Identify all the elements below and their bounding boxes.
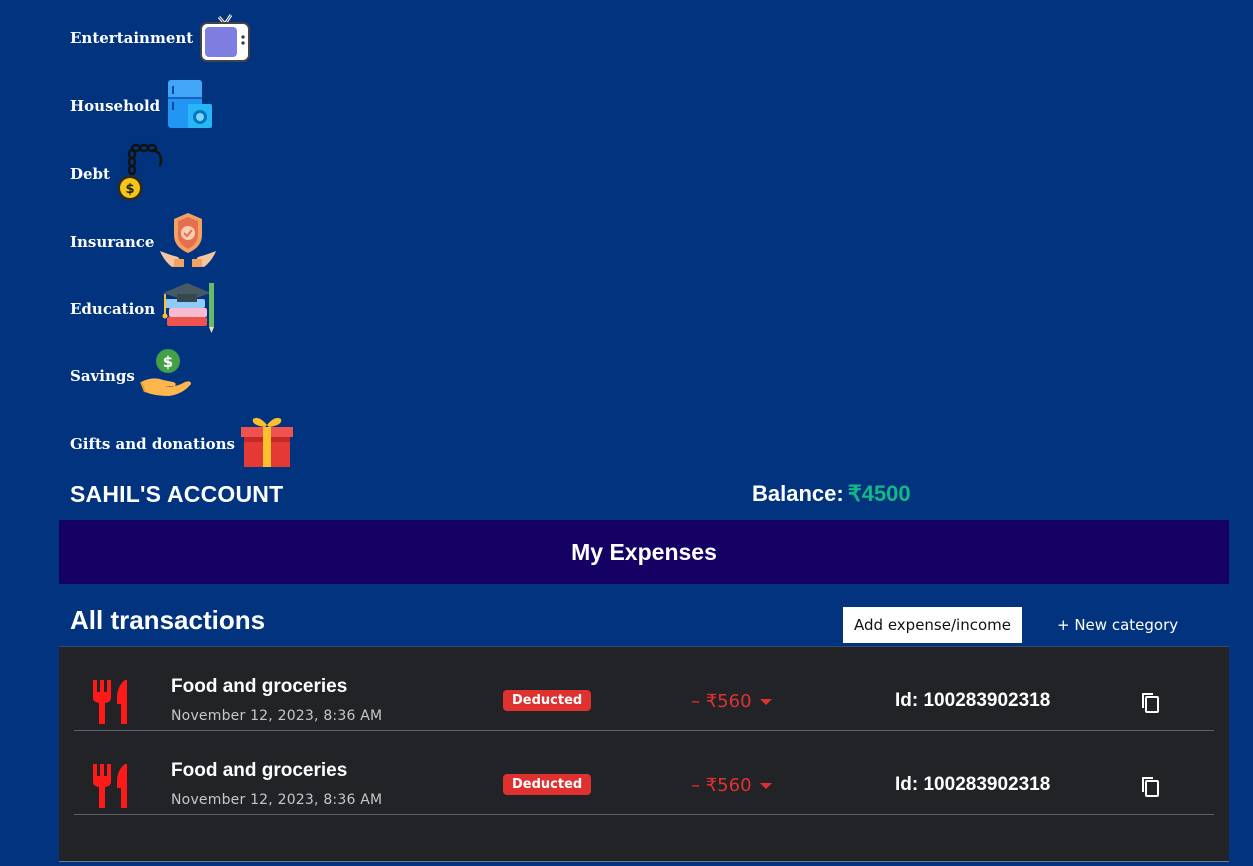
- category-household[interactable]: Household: [70, 80, 214, 132]
- category-label: Insurance: [70, 233, 155, 251]
- fork-knife-icon: [91, 764, 133, 812]
- svg-text:$: $: [125, 182, 134, 197]
- tv-icon: [197, 9, 253, 67]
- gift-box-icon: [239, 415, 295, 473]
- shield-hands-icon: [158, 211, 218, 273]
- transaction-row[interactable]: Food and groceries November 12, 2023, 8:…: [74, 647, 1214, 731]
- category-label: Savings: [70, 367, 135, 385]
- appliances-icon: [164, 78, 214, 134]
- status-badge: Deducted: [503, 774, 592, 795]
- balance-value: ₹4500: [847, 481, 911, 506]
- balance-label: Balance:: [752, 481, 844, 506]
- category-label: Entertainment: [70, 29, 194, 47]
- transaction-title: Food and groceries: [171, 760, 348, 781]
- status-badge: Deducted: [503, 690, 592, 711]
- add-expense-income-button[interactable]: Add expense/income: [843, 607, 1022, 643]
- caret-down-icon[interactable]: [759, 698, 772, 706]
- category-insurance[interactable]: Insurance: [70, 212, 218, 272]
- category-label: Education: [70, 300, 156, 318]
- transaction-id: Id: 100283902318: [895, 690, 1051, 711]
- category-gifts[interactable]: Gifts and donations: [70, 416, 295, 472]
- transaction-date: November 12, 2023, 8:36 AM: [171, 792, 383, 808]
- money-hand-icon: $: [139, 348, 193, 404]
- transaction-date: November 12, 2023, 8:36 AM: [171, 708, 383, 724]
- all-transactions-heading: All transactions: [70, 605, 266, 635]
- transaction-id: Id: 100283902318: [895, 774, 1051, 795]
- transaction-row[interactable]: Food and groceries November 12, 2023, 8:…: [74, 731, 1214, 815]
- new-category-button[interactable]: + New category: [1045, 607, 1190, 643]
- amount-value: – ₹560: [691, 775, 752, 796]
- svg-text:$: $: [163, 353, 173, 371]
- category-education[interactable]: Education: [70, 280, 217, 338]
- category-entertainment[interactable]: Entertainment: [70, 10, 253, 66]
- expenses-header-bar: My Expenses: [59, 520, 1229, 584]
- copy-icon[interactable]: [1139, 691, 1161, 719]
- category-savings[interactable]: Savings $: [70, 348, 193, 404]
- transaction-title: Food and groceries: [171, 676, 348, 697]
- transaction-amount[interactable]: – ₹560: [691, 775, 772, 796]
- account-name: SAHIL'S ACCOUNT: [70, 481, 284, 507]
- balance-display: Balance: ₹4500: [752, 481, 911, 507]
- expenses-title: My Expenses: [571, 538, 717, 565]
- graduation-books-icon: [159, 279, 217, 339]
- category-label: Debt: [70, 165, 110, 183]
- category-debt[interactable]: Debt $: [70, 142, 168, 206]
- transaction-amount[interactable]: – ₹560: [691, 691, 772, 712]
- copy-icon[interactable]: [1139, 775, 1161, 803]
- ball-and-chain-icon: $: [114, 142, 168, 206]
- amount-value: – ₹560: [691, 691, 752, 712]
- fork-knife-icon: [91, 680, 133, 728]
- caret-down-icon[interactable]: [759, 782, 772, 790]
- category-label: Gifts and donations: [70, 435, 235, 453]
- transactions-panel: Food and groceries November 12, 2023, 8:…: [59, 646, 1229, 862]
- category-label: Household: [70, 97, 161, 115]
